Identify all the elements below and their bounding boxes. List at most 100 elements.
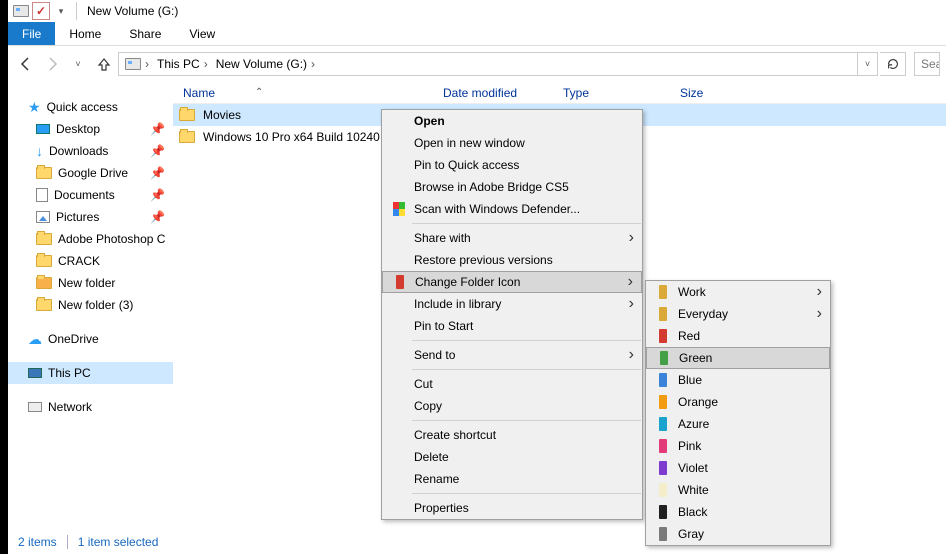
tab-share[interactable]: Share <box>115 22 175 45</box>
bookmark-icon <box>652 505 674 519</box>
sidebar-item-label: Google Drive <box>58 166 128 180</box>
sidebar-item-label: Network <box>48 400 92 414</box>
search-input[interactable]: Sear <box>914 52 940 76</box>
submenu-blue[interactable]: Blue <box>646 369 830 391</box>
sidebar-network[interactable]: Network <box>8 396 173 418</box>
menu-create-shortcut[interactable]: Create shortcut <box>382 424 642 446</box>
history-dropdown[interactable]: ˅ <box>66 52 90 76</box>
bookmark-icon <box>652 417 674 431</box>
address-dropdown[interactable]: ˅ <box>857 53 877 75</box>
column-size[interactable]: Size <box>670 82 762 103</box>
network-icon <box>28 402 42 412</box>
submenu-work[interactable]: Work <box>646 281 830 303</box>
column-type[interactable]: Type <box>553 82 670 103</box>
sidebar-onedrive[interactable]: ☁ OneDrive <box>8 328 173 350</box>
sidebar-this-pc[interactable]: This PC <box>8 362 173 384</box>
folder-icon <box>179 109 195 121</box>
menu-change-folder-icon[interactable]: Change Folder Icon <box>382 271 642 293</box>
forward-button[interactable] <box>40 52 64 76</box>
menu-open[interactable]: Open <box>382 110 642 132</box>
menu-open-new-window[interactable]: Open in new window <box>382 132 642 154</box>
submenu-white[interactable]: White <box>646 479 830 501</box>
sidebar-item-label: Desktop <box>56 122 100 136</box>
context-submenu: Work Everyday Red Green Blue Orange Azur… <box>645 280 831 546</box>
breadcrumb-volume[interactable]: New Volume (G:) <box>210 53 309 75</box>
menu-restore-previous[interactable]: Restore previous versions <box>382 249 642 271</box>
sidebar-quick-access[interactable]: ★ Quick access <box>8 96 173 118</box>
menu-send-to[interactable]: Send to <box>382 344 642 366</box>
separator <box>76 2 77 20</box>
folder-icon <box>36 277 52 289</box>
submenu-gray[interactable]: Gray <box>646 523 830 545</box>
submenu-azure[interactable]: Azure <box>646 413 830 435</box>
sidebar-item-label: New folder <box>58 276 115 290</box>
folder-icon <box>36 255 52 267</box>
sidebar-item-label: Documents <box>54 188 115 202</box>
sidebar: ★ Quick access Desktop 📌 ↓ Downloads 📌 G… <box>8 82 173 530</box>
menu-browse-bridge[interactable]: Browse in Adobe Bridge CS5 <box>382 176 642 198</box>
ribbon-tabs: File Home Share View <box>8 22 946 46</box>
submenu-everyday[interactable]: Everyday <box>646 303 830 325</box>
breadcrumb-sep[interactable]: › <box>202 53 210 75</box>
bookmark-icon <box>652 439 674 453</box>
menu-share-with[interactable]: Share with <box>382 227 642 249</box>
drive-icon <box>119 53 143 75</box>
sidebar-item-label: This PC <box>48 366 91 380</box>
sidebar-new-folder-3[interactable]: New folder (3) <box>8 294 173 316</box>
sidebar-desktop[interactable]: Desktop 📌 <box>8 118 173 140</box>
menu-cut[interactable]: Cut <box>382 373 642 395</box>
chevron-right-icon <box>629 295 634 313</box>
submenu-violet[interactable]: Violet <box>646 457 830 479</box>
sidebar-google-drive[interactable]: Google Drive 📌 <box>8 162 173 184</box>
column-date[interactable]: Date modified <box>433 82 553 103</box>
sidebar-item-label: Quick access <box>47 100 118 114</box>
bookmark-icon <box>652 461 674 475</box>
address-bar[interactable]: › This PC › New Volume (G:) › ˅ <box>118 52 878 76</box>
sidebar-crack[interactable]: CRACK <box>8 250 173 272</box>
breadcrumb-sep[interactable]: › <box>309 53 317 75</box>
menu-rename[interactable]: Rename <box>382 468 642 490</box>
menu-include-library[interactable]: Include in library <box>382 293 642 315</box>
submenu-black[interactable]: Black <box>646 501 830 523</box>
menu-delete[interactable]: Delete <box>382 446 642 468</box>
star-icon: ★ <box>28 99 41 116</box>
folder-icon <box>36 299 52 311</box>
column-name[interactable]: Name ⌃ <box>173 82 433 103</box>
qat-check-icon[interactable]: ✓ <box>32 2 50 20</box>
submenu-pink[interactable]: Pink <box>646 435 830 457</box>
bookmark-icon <box>652 395 674 409</box>
tab-home[interactable]: Home <box>55 22 115 45</box>
folder-icon <box>179 131 195 143</box>
tab-view[interactable]: View <box>175 22 229 45</box>
downloads-icon: ↓ <box>36 143 43 159</box>
sidebar-downloads[interactable]: ↓ Downloads 📌 <box>8 140 173 162</box>
sidebar-new-folder[interactable]: New folder <box>8 272 173 294</box>
menu-copy[interactable]: Copy <box>382 395 642 417</box>
submenu-green[interactable]: Green <box>646 347 830 369</box>
chevron-right-icon <box>628 273 633 291</box>
bookmark-icon <box>653 351 675 365</box>
breadcrumb-this-pc[interactable]: This PC <box>151 53 202 75</box>
sidebar-documents[interactable]: Documents 📌 <box>8 184 173 206</box>
breadcrumb-sep[interactable]: › <box>143 53 151 75</box>
tab-file[interactable]: File <box>8 22 55 45</box>
menu-properties[interactable]: Properties <box>382 497 642 519</box>
refresh-button[interactable] <box>880 52 906 76</box>
sidebar-photoshop[interactable]: Adobe Photoshop C <box>8 228 173 250</box>
bookmark-icon <box>652 285 674 299</box>
up-button[interactable] <box>92 52 116 76</box>
qat-dropdown-icon[interactable]: ▾ <box>52 2 70 20</box>
status-item-count: 2 items <box>18 535 57 549</box>
sidebar-pictures[interactable]: Pictures 📌 <box>8 206 173 228</box>
menu-pin-quick-access[interactable]: Pin to Quick access <box>382 154 642 176</box>
bookmark-icon <box>652 307 674 321</box>
back-button[interactable] <box>14 52 38 76</box>
status-selected-count: 1 item selected <box>78 535 159 549</box>
submenu-orange[interactable]: Orange <box>646 391 830 413</box>
pc-icon <box>28 368 42 378</box>
submenu-red[interactable]: Red <box>646 325 830 347</box>
bookmark-icon <box>652 329 674 343</box>
menu-separator <box>412 369 641 370</box>
menu-scan-defender[interactable]: Scan with Windows Defender... <box>382 198 642 220</box>
menu-pin-start[interactable]: Pin to Start <box>382 315 642 337</box>
